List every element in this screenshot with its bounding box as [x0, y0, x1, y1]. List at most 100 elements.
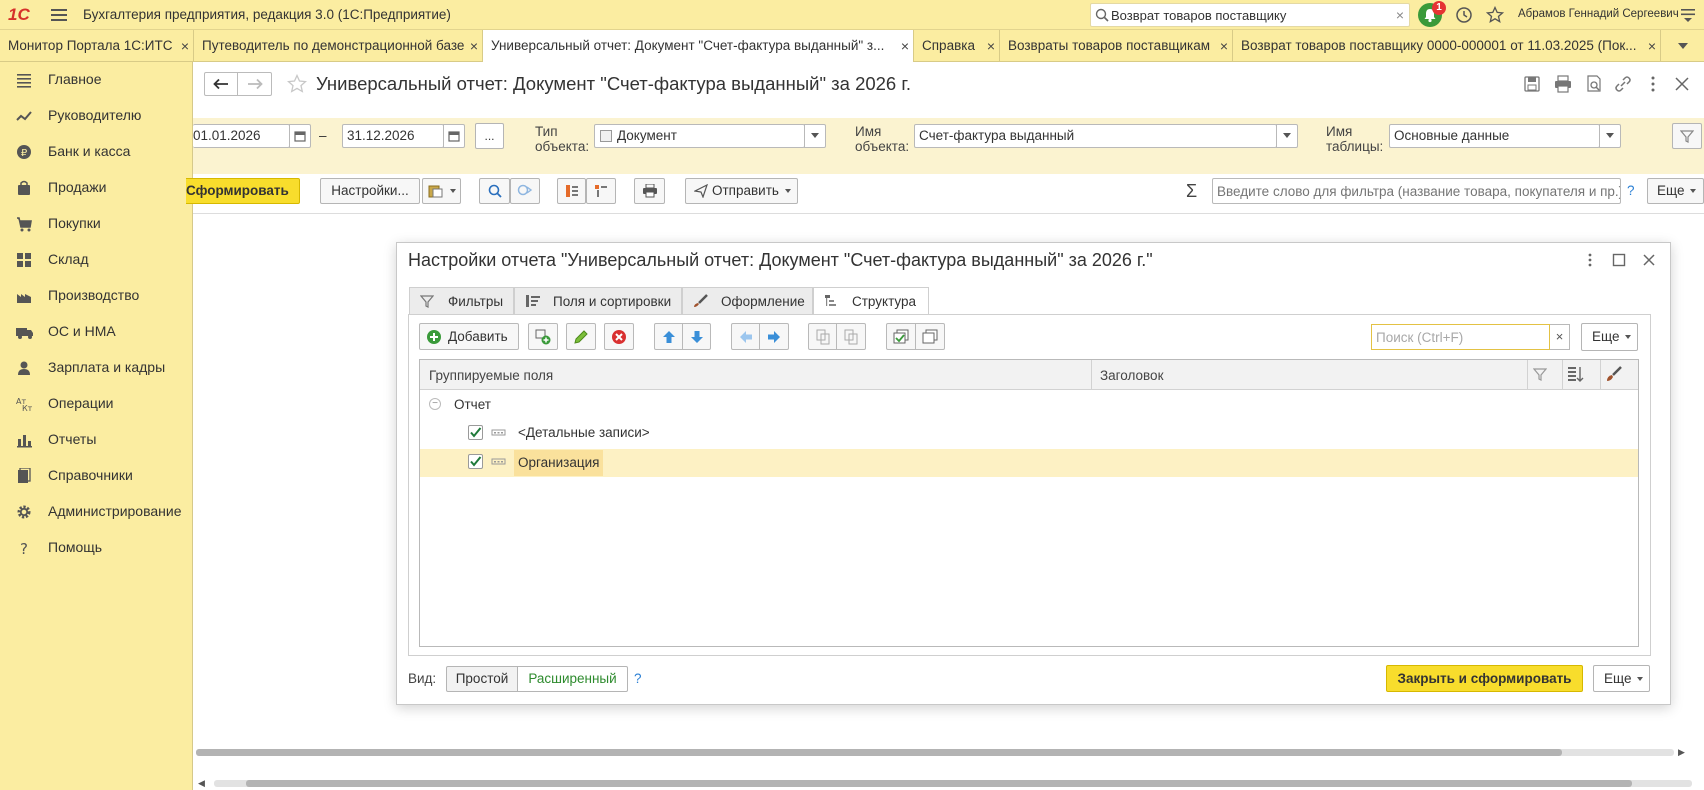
notifications-icon[interactable]: 1 [1418, 1, 1446, 27]
table-name-dropdown[interactable] [1599, 124, 1621, 148]
sidebar-item-main[interactable]: Главное [0, 62, 193, 98]
object-type-dropdown[interactable] [804, 124, 826, 148]
select-period-button[interactable]: ... [475, 123, 504, 149]
tab-appearance[interactable]: Оформление [682, 287, 813, 315]
forward-button[interactable] [238, 72, 272, 96]
maximize-icon[interactable] [1612, 253, 1626, 267]
preview-icon[interactable] [1585, 75, 1603, 93]
more-button[interactable]: Еще [1647, 178, 1704, 204]
close-icon[interactable]: × [1220, 30, 1228, 62]
sidebar-item-manager[interactable]: Руководителю [0, 98, 193, 134]
collapse-node-icon[interactable]: − [429, 398, 441, 410]
horizontal-scrollbar[interactable] [196, 749, 1674, 756]
table-name-field[interactable]: Основные данные [1389, 124, 1600, 148]
view-extended-button[interactable]: Расширенный [518, 666, 628, 692]
system-menu-icon[interactable] [1680, 7, 1696, 23]
print-button[interactable] [634, 178, 665, 204]
group-button[interactable] [808, 323, 837, 350]
tab-demo-guide[interactable]: Путеводитель по демонстрационной базе × [194, 30, 483, 62]
variants-button[interactable] [422, 178, 461, 204]
delete-button[interactable] [604, 323, 634, 350]
move-up-button[interactable] [654, 323, 683, 350]
global-search-clear-icon[interactable]: × [1396, 7, 1404, 23]
sidebar-item-warehouse[interactable]: Склад [0, 242, 193, 278]
settings-button[interactable]: Настройки... [320, 178, 420, 204]
sidebar-item-purchases[interactable]: Покупки [0, 206, 193, 242]
ungroup-button[interactable] [836, 323, 866, 350]
favorite-star-icon[interactable] [287, 74, 307, 94]
more-vertical-icon[interactable] [1644, 75, 1662, 93]
favorites-star-icon[interactable] [1486, 6, 1504, 24]
app-logo[interactable]: 1С [8, 5, 38, 25]
close-icon[interactable]: × [987, 30, 995, 62]
structure-search-input[interactable] [1371, 324, 1550, 350]
sidebar-item-fixed-assets[interactable]: ОС и НМА [0, 314, 193, 350]
link-icon[interactable] [1614, 75, 1632, 93]
tab-filters[interactable]: Фильтры [409, 287, 514, 315]
column-header-title[interactable]: Заголовок [1100, 368, 1163, 383]
close-icon[interactable]: × [181, 30, 189, 62]
horizontal-scrollbar[interactable] [214, 780, 1692, 787]
report-filter-input[interactable] [1212, 178, 1621, 204]
search-clear-button[interactable]: × [1550, 324, 1570, 350]
filter-panel-button[interactable] [1672, 123, 1702, 149]
column-filter-icon[interactable] [1533, 367, 1547, 381]
main-menu-icon[interactable] [50, 7, 68, 23]
sidebar-item-production[interactable]: Производство [0, 278, 193, 314]
date-from-field[interactable]: 01.01.2026 [193, 124, 290, 148]
print-icon[interactable] [1554, 75, 1572, 93]
close-icon[interactable]: × [901, 30, 909, 62]
add-grouping-button[interactable] [528, 323, 558, 350]
close-icon[interactable] [1642, 253, 1656, 267]
tab-supplier-returns[interactable]: Возвраты товаров поставщикам × [1000, 30, 1233, 62]
sidebar-item-reports[interactable]: Отчеты [0, 422, 193, 458]
scroll-right-icon[interactable]: ▶ [1678, 747, 1685, 758]
global-search[interactable]: Возврат товаров поставщику × [1090, 3, 1410, 27]
move-down-button[interactable] [682, 323, 711, 350]
close-icon[interactable]: × [1648, 30, 1656, 62]
global-search-value[interactable]: Возврат товаров поставщику [1111, 8, 1286, 23]
sidebar-item-bank[interactable]: ₽ Банк и касса [0, 134, 193, 170]
dialog-footer-more-button[interactable]: Еще [1593, 665, 1650, 692]
tree-row-organization[interactable]: Организация [518, 455, 599, 470]
send-button[interactable]: Отправить [685, 178, 798, 204]
tab-fields-sorting[interactable]: Поля и сортировки [514, 287, 682, 315]
dialog-more-button[interactable]: Еще [1581, 323, 1638, 351]
sidebar-item-administration[interactable]: Администрирование [0, 494, 193, 530]
sidebar-item-help[interactable]: ? Помощь [0, 530, 193, 566]
level-down-button[interactable] [759, 323, 789, 350]
close-icon[interactable]: × [470, 30, 478, 62]
sum-sigma-icon[interactable]: Σ [1186, 181, 1197, 202]
history-icon[interactable] [1455, 6, 1473, 24]
collapse-groups-button[interactable] [586, 178, 616, 204]
row-checkbox[interactable] [468, 454, 483, 469]
search-button[interactable] [479, 178, 510, 204]
column-fields-icon[interactable] [1567, 366, 1585, 382]
scrollbar-thumb[interactable] [196, 749, 1562, 756]
tree-row-detail-records[interactable]: <Детальные записи> [518, 425, 650, 440]
back-button[interactable] [204, 72, 238, 96]
tab-structure[interactable]: Структура [813, 287, 929, 316]
check-all-button[interactable] [886, 323, 916, 350]
tab-supplier-return-doc[interactable]: Возврат товаров поставщику 0000-000001 о… [1233, 30, 1661, 62]
sidebar-item-catalogs[interactable]: Справочники [0, 458, 193, 494]
close-icon[interactable] [1673, 75, 1691, 93]
expand-groups-button[interactable] [557, 178, 586, 204]
tabs-menu-chevron-down-icon[interactable] [1676, 40, 1690, 52]
tab-universal-report[interactable]: Универсальный отчет: Документ "Счет-факт… [483, 30, 914, 63]
date-to-field[interactable]: 31.12.2026 [342, 124, 444, 148]
generate-button[interactable]: Сформировать [186, 178, 300, 204]
edit-button[interactable] [566, 323, 596, 350]
more-vertical-icon[interactable] [1583, 252, 1597, 268]
calendar-button[interactable] [289, 124, 311, 148]
object-type-field[interactable]: Документ [594, 124, 805, 148]
sidebar-item-sales[interactable]: Продажи [0, 170, 193, 206]
view-help-link[interactable]: ? [634, 671, 642, 686]
view-simple-button[interactable]: Простой [446, 666, 518, 692]
search-next-button[interactable] [510, 178, 540, 204]
object-name-field[interactable]: Счет-фактура выданный [914, 124, 1277, 148]
tab-its-monitor[interactable]: Монитор Портала 1С:ИТС × [0, 30, 194, 62]
column-appearance-brush-icon[interactable] [1606, 366, 1622, 382]
add-button[interactable]: Добавить [419, 323, 519, 350]
help-link[interactable]: ? [1627, 183, 1635, 198]
